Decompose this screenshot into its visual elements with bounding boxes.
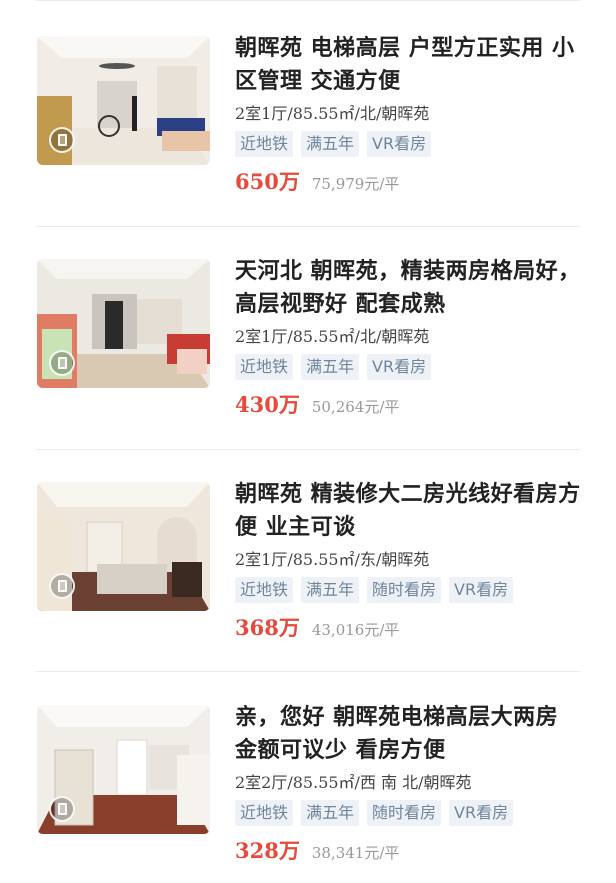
tag: 近地铁 bbox=[235, 577, 294, 603]
listing-list: 朝晖苑 电梯高层 户型方正实用 小区管理 交通方便 2室1厅/85.55㎡/北/… bbox=[0, 0, 616, 883]
listing-card[interactable]: 天河北 朝晖苑，精装两房格局好，高层视野好 配套成熟 2室1厅/85.55㎡/北… bbox=[0, 259, 616, 459]
tag: 满五年 bbox=[301, 800, 360, 826]
vr-panorama-icon bbox=[49, 796, 75, 822]
listing-meta: 2室1厅/85.55㎡/北/朝晖苑 bbox=[235, 104, 430, 123]
tag-list: 近地铁 满五年 VR看房 bbox=[235, 354, 432, 380]
tag: VR看房 bbox=[449, 800, 514, 826]
price-row: 650万 75,979元/平 bbox=[235, 166, 399, 196]
vr-panorama-icon bbox=[49, 573, 75, 599]
listing-photo[interactable] bbox=[37, 36, 210, 165]
tag-list: 近地铁 满五年 随时看房 VR看房 bbox=[235, 800, 514, 826]
divider bbox=[36, 226, 580, 227]
divider bbox=[36, 449, 580, 450]
tag: 随时看房 bbox=[367, 577, 442, 603]
vr-panorama-icon bbox=[49, 350, 75, 376]
tag-list: 近地铁 满五年 VR看房 bbox=[235, 131, 432, 157]
tag: 满五年 bbox=[301, 354, 360, 380]
total-price: 368万 bbox=[235, 615, 300, 640]
listing-meta: 2室2厅/85.55㎡/西 南 北/朝晖苑 bbox=[235, 773, 472, 792]
unit-price: 38,341元/平 bbox=[311, 844, 400, 862]
tag: VR看房 bbox=[449, 577, 514, 603]
tag: 满五年 bbox=[301, 577, 360, 603]
tag: 随时看房 bbox=[367, 800, 442, 826]
divider bbox=[36, 0, 580, 1]
total-price: 328万 bbox=[235, 838, 300, 863]
price-row: 328万 38,341元/平 bbox=[235, 835, 399, 865]
listing-title[interactable]: 天河北 朝晖苑，精装两房格局好，高层视野好 配套成熟 bbox=[235, 255, 585, 321]
unit-price: 50,264元/平 bbox=[311, 398, 400, 416]
unit-price: 75,979元/平 bbox=[311, 175, 400, 193]
listing-title[interactable]: 朝晖苑 精装修大二房光线好看房方便 业主可谈 bbox=[235, 478, 585, 544]
listing-card[interactable]: 亲，您好 朝晖苑电梯高层大两房 金额可议少 看房方便 2室2厅/85.55㎡/西… bbox=[0, 705, 616, 883]
listing-photo[interactable] bbox=[37, 482, 210, 611]
listing-photo[interactable] bbox=[37, 705, 210, 834]
price-row: 430万 50,264元/平 bbox=[235, 389, 399, 419]
tag: 近地铁 bbox=[235, 354, 294, 380]
tag: VR看房 bbox=[367, 354, 432, 380]
total-price: 650万 bbox=[235, 169, 300, 194]
listing-meta: 2室1厅/85.55㎡/北/朝晖苑 bbox=[235, 327, 430, 346]
listing-meta: 2室1厅/85.55㎡/东/朝晖苑 bbox=[235, 550, 430, 569]
vr-panorama-icon bbox=[49, 127, 75, 153]
listing-card[interactable]: 朝晖苑 精装修大二房光线好看房方便 业主可谈 2室1厅/85.55㎡/东/朝晖苑… bbox=[0, 482, 616, 682]
unit-price: 43,016元/平 bbox=[311, 621, 400, 639]
tag-list: 近地铁 满五年 随时看房 VR看房 bbox=[235, 577, 514, 603]
price-row: 368万 43,016元/平 bbox=[235, 612, 399, 642]
total-price: 430万 bbox=[235, 392, 300, 417]
listing-photo[interactable] bbox=[37, 259, 210, 388]
tag: 满五年 bbox=[301, 131, 360, 157]
listing-title[interactable]: 亲，您好 朝晖苑电梯高层大两房 金额可议少 看房方便 bbox=[235, 701, 585, 767]
tag: 近地铁 bbox=[235, 800, 294, 826]
tag: VR看房 bbox=[367, 131, 432, 157]
listing-card[interactable]: 朝晖苑 电梯高层 户型方正实用 小区管理 交通方便 2室1厅/85.55㎡/北/… bbox=[0, 36, 616, 236]
divider bbox=[36, 671, 580, 672]
listing-title[interactable]: 朝晖苑 电梯高层 户型方正实用 小区管理 交通方便 bbox=[235, 32, 585, 98]
tag: 近地铁 bbox=[235, 131, 294, 157]
